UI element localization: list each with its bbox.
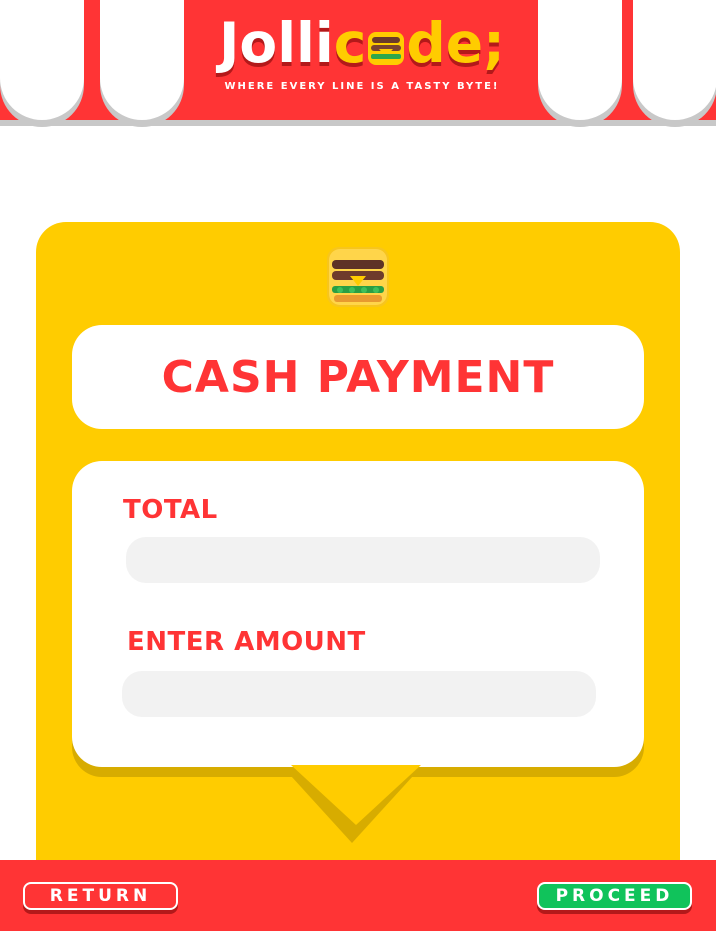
awning-scallop <box>100 0 184 120</box>
header-awning: Jollic de; WHERE EVERY LINE IS A TASTY B… <box>0 0 716 120</box>
burger-icon <box>326 246 390 312</box>
speech-pointer <box>291 765 421 825</box>
return-button[interactable]: RETURN <box>23 882 178 910</box>
total-field[interactable] <box>126 537 600 583</box>
logo-text-part: Jolli <box>218 11 334 75</box>
brand-logo: Jollic de; WHERE EVERY LINE IS A TASTY B… <box>186 0 538 120</box>
tagline: WHERE EVERY LINE IS A TASTY BYTE! <box>224 80 500 92</box>
awning-scallop <box>538 0 622 120</box>
total-label: TOTAL <box>123 495 218 525</box>
payment-card: CASH PAYMENT TOTAL ENTER AMOUNT <box>36 222 680 882</box>
enter-amount-label: ENTER AMOUNT <box>127 627 366 657</box>
awning-scallop <box>633 0 716 120</box>
page-title: CASH PAYMENT <box>161 351 555 403</box>
title-box: CASH PAYMENT <box>72 325 644 429</box>
amount-input[interactable] <box>122 671 596 717</box>
proceed-button[interactable]: PROCEED <box>537 882 692 910</box>
awning-scallop <box>0 0 84 120</box>
footer-bar: RETURN PROCEED <box>0 860 716 931</box>
logo-text-part: c <box>333 11 367 75</box>
payment-form: TOTAL ENTER AMOUNT <box>72 461 644 767</box>
logo-text: Jollic de; <box>186 10 538 80</box>
logo-text-part: de; <box>406 11 506 75</box>
burger-icon <box>367 14 405 80</box>
